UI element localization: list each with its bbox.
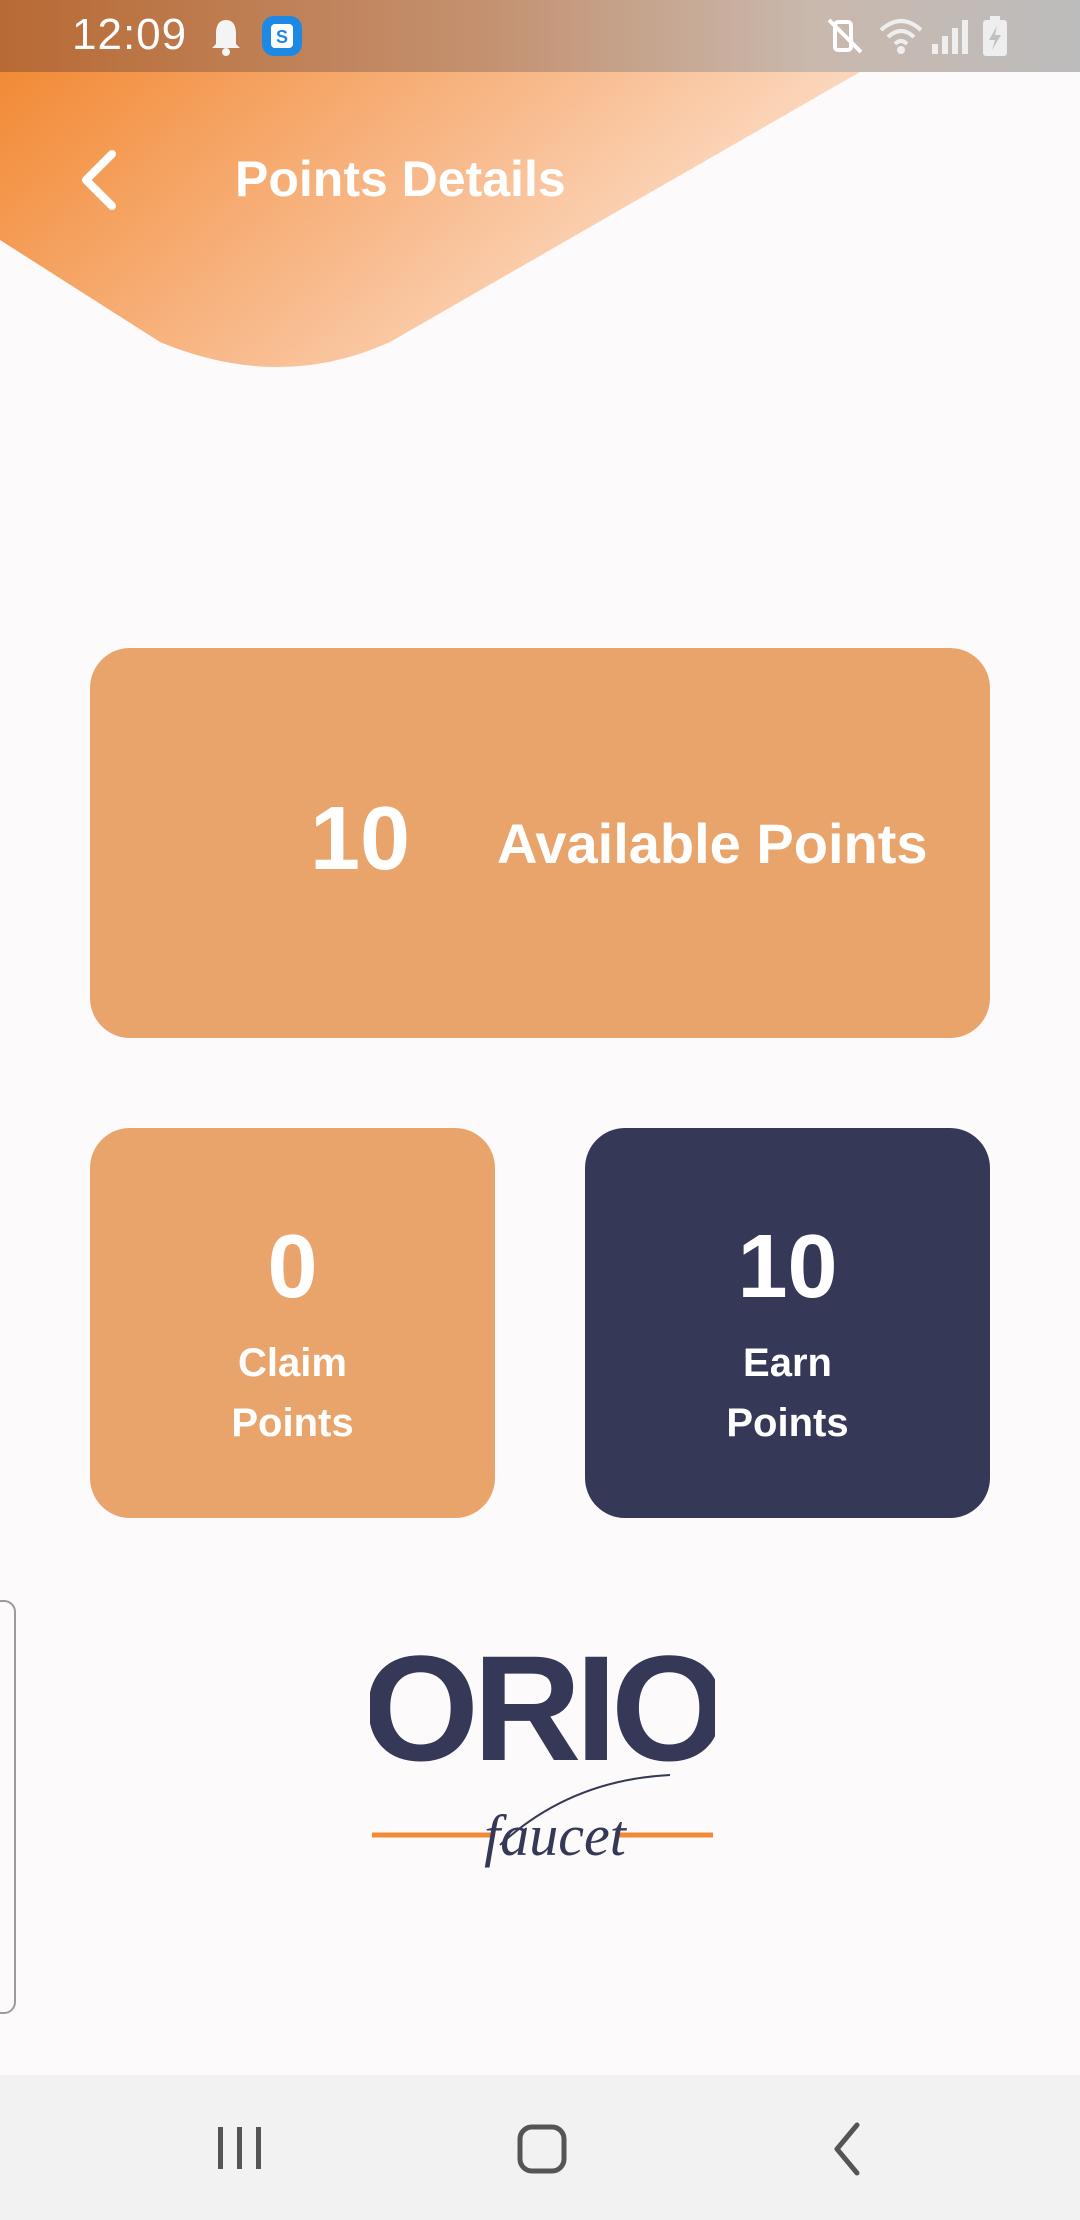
svg-text:faucet: faucet	[484, 1803, 628, 1868]
home-button[interactable]	[460, 2075, 620, 2220]
recent-apps-icon	[218, 2127, 261, 2169]
page-title: Points Details	[235, 151, 566, 207]
orio-faucet-logo: ORIO faucet	[370, 1624, 715, 1868]
status-bar: 12:09 S	[0, 0, 1080, 72]
signal-icon	[932, 20, 968, 54]
claim-points-label-line2: Points	[231, 1401, 354, 1445]
earn-points-label-line1: Earn	[743, 1341, 832, 1385]
recent-apps-button[interactable]	[160, 2075, 320, 2220]
earn-points-card[interactable]: 10 Earn Points	[585, 1128, 990, 1518]
wifi-icon	[879, 19, 923, 54]
claim-points-label: Claim Points	[90, 1333, 495, 1453]
status-time: 12:09	[72, 10, 188, 59]
edge-panel-handle[interactable]	[0, 1600, 16, 2014]
claim-points-label-line1: Claim	[238, 1341, 347, 1385]
svg-text:S: S	[276, 27, 288, 47]
available-points-value: 10	[309, 789, 411, 889]
app-s-icon: S	[262, 16, 302, 56]
battery-charging-icon	[983, 16, 1007, 56]
earn-points-label: Earn Points	[585, 1333, 990, 1453]
mute-vibrate-icon	[827, 18, 863, 54]
available-points-label: Available Points	[497, 812, 928, 875]
earn-points-value: 10	[737, 1217, 838, 1317]
system-navigation-bar	[0, 2075, 1080, 2220]
system-back-button[interactable]	[765, 2075, 925, 2220]
home-icon	[517, 2124, 567, 2174]
claim-points-value: 0	[267, 1217, 318, 1317]
chevron-left-icon	[82, 150, 116, 210]
back-button[interactable]	[60, 140, 140, 220]
available-points-card[interactable]: 10 Available Points	[90, 648, 990, 1038]
svg-text:ORIO: ORIO	[370, 1624, 715, 1792]
notification-bell-icon	[212, 20, 240, 56]
claim-points-card[interactable]: 0 Claim Points	[90, 1128, 495, 1518]
earn-points-label-line2: Points	[726, 1401, 849, 1445]
back-icon	[834, 2122, 860, 2176]
header-wave-background	[0, 72, 860, 367]
